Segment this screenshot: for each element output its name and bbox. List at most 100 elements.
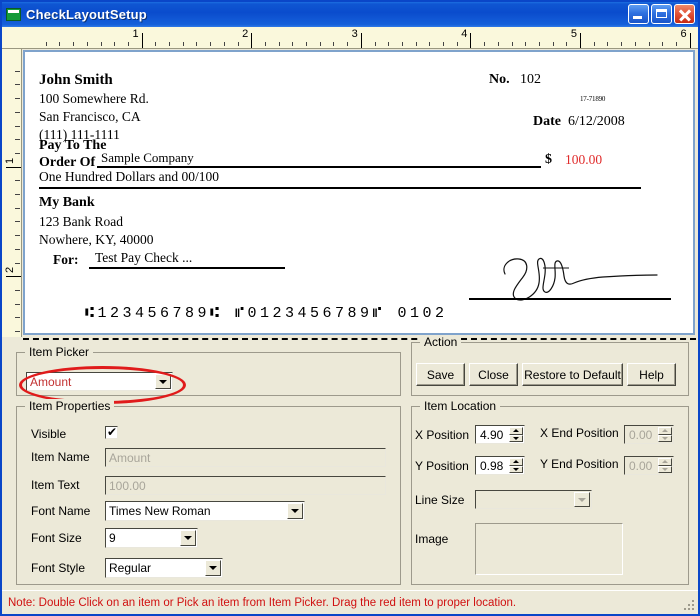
check-document: John Smith 100 Somewhere Rd. San Francis… — [25, 52, 693, 333]
status-bar: Note: Double Click on an item or Pick an… — [2, 590, 698, 614]
ruler-minor-tick — [15, 180, 20, 181]
vertical-ruler: 12 — [2, 49, 22, 337]
help-button-label: Help — [639, 368, 664, 382]
action-title: Action — [420, 335, 461, 349]
check-payer-address-line1[interactable]: 100 Somewhere Rd. — [39, 91, 149, 107]
font-size-combo[interactable]: 9 — [105, 528, 198, 548]
ruler-minor-tick — [15, 84, 20, 85]
chevron-down-icon[interactable] — [205, 560, 221, 576]
micr-line[interactable]: ⑆123456789⑆ ⑈0123456789⑈ 0102 — [85, 305, 448, 322]
chevron-down-icon[interactable] — [155, 374, 171, 389]
x-end-spin-buttons[interactable] — [658, 427, 672, 442]
ruler-major-tick — [6, 276, 21, 277]
check-number-value[interactable]: 102 — [520, 72, 541, 88]
check-routing-fraction[interactable]: 17-71890 — [580, 95, 605, 103]
y-end-position-value: 0.00 — [629, 459, 652, 473]
ruler-minor-tick — [15, 153, 20, 154]
ruler-minor-tick — [128, 42, 129, 46]
ruler-minor-tick — [15, 249, 20, 250]
ruler-label: 2 — [242, 28, 251, 40]
ruler-minor-tick — [238, 42, 239, 46]
maximize-button[interactable] — [651, 4, 672, 24]
help-button[interactable]: Help — [627, 363, 676, 386]
ruler-minor-tick — [375, 42, 376, 46]
restore-to-default-button[interactable]: Restore to Default — [522, 363, 623, 386]
visible-label: Visible — [31, 427, 66, 441]
ruler-label: 6 — [680, 28, 689, 40]
ruler-minor-tick — [621, 42, 622, 46]
font-name-value: Times New Roman — [109, 504, 211, 518]
dollar-sign: $ — [545, 152, 552, 168]
spin-up-icon — [658, 458, 672, 466]
check-preview-canvas[interactable]: John Smith 100 Somewhere Rd. San Francis… — [23, 50, 695, 335]
ruler-label: 4 — [461, 28, 470, 40]
item-text-input[interactable]: 100.00 — [105, 476, 386, 495]
chevron-down-icon[interactable] — [180, 530, 196, 546]
ruler-minor-tick — [224, 42, 225, 46]
ruler-minor-tick — [183, 42, 184, 46]
memo-for-value[interactable]: Test Pay Check ... — [95, 250, 192, 266]
chevron-down-icon[interactable] — [287, 503, 303, 519]
ruler-major-tick — [142, 33, 143, 48]
check-bank-address-line2[interactable]: Nowhere, KY, 40000 — [39, 232, 154, 248]
font-style-label: Font Style — [31, 561, 85, 575]
ruler-minor-tick — [196, 42, 197, 46]
ruler-minor-tick — [87, 42, 88, 46]
save-button[interactable]: Save — [416, 363, 465, 386]
y-position-spin-buttons[interactable] — [509, 458, 523, 473]
ruler-minor-tick — [15, 331, 20, 332]
visible-checkbox[interactable]: ✔ — [105, 426, 118, 439]
check-payee[interactable]: Sample Company — [101, 150, 194, 166]
chevron-down-icon[interactable] — [574, 492, 590, 507]
x-end-position-spinner[interactable]: 0.00 — [624, 425, 674, 444]
ruler-minor-tick — [347, 42, 348, 46]
minimize-button[interactable] — [628, 4, 649, 24]
image-preview-box[interactable] — [475, 523, 623, 575]
line-size-combo[interactable] — [475, 490, 592, 509]
ruler-minor-tick — [15, 139, 20, 140]
y-end-position-spinner[interactable]: 0.00 — [624, 456, 674, 475]
signature-icon[interactable] — [491, 250, 671, 302]
resize-grip-icon[interactable] — [684, 600, 696, 612]
check-payer-name[interactable]: John Smith — [39, 72, 113, 89]
ruler-minor-tick — [676, 42, 677, 46]
item-picker-combo[interactable]: Amount — [26, 372, 173, 391]
item-name-input[interactable]: Amount — [105, 448, 386, 467]
ruler-minor-tick — [210, 42, 211, 46]
check-payer-address-line2[interactable]: San Francisco, CA — [39, 109, 141, 125]
app-icon — [6, 8, 21, 21]
font-size-label: Font Size — [31, 531, 82, 545]
ruler-minor-tick — [525, 42, 526, 46]
ruler-label: 2 — [4, 267, 16, 273]
check-bank-name[interactable]: My Bank — [39, 195, 95, 211]
x-end-position-value: 0.00 — [629, 428, 652, 442]
ruler-major-tick — [580, 33, 581, 48]
check-amount-words[interactable]: One Hundred Dollars and 00/100 — [39, 169, 219, 185]
close-button[interactable] — [674, 4, 695, 24]
horizontal-ruler: 123456 — [2, 27, 698, 49]
ruler-minor-tick — [635, 42, 636, 46]
y-end-spin-buttons[interactable] — [658, 458, 672, 473]
ruler-minor-tick — [498, 42, 499, 46]
payee-rule — [97, 166, 541, 168]
checkmark-icon: ✔ — [107, 426, 117, 439]
ruler-minor-tick — [416, 42, 417, 46]
save-button-label: Save — [427, 368, 454, 382]
ruler-major-tick — [251, 33, 252, 48]
ruler-minor-tick — [15, 194, 20, 195]
font-style-combo[interactable]: Regular — [105, 558, 223, 578]
check-date-label: Date — [533, 114, 561, 130]
ruler-minor-tick — [306, 42, 307, 46]
font-name-combo[interactable]: Times New Roman — [105, 501, 305, 521]
item-text-value: 100.00 — [109, 479, 146, 493]
ruler-minor-tick — [402, 42, 403, 46]
check-bank-address-line1[interactable]: 123 Bank Road — [39, 214, 123, 230]
check-amount[interactable]: 100.00 — [565, 152, 602, 168]
check-date-value[interactable]: 6/12/2008 — [568, 114, 625, 130]
x-position-spinner[interactable]: 4.90 — [475, 425, 525, 444]
y-position-spinner[interactable]: 0.98 — [475, 456, 525, 475]
close-button-action[interactable]: Close — [469, 363, 518, 386]
title-bar: CheckLayoutSetup — [2, 2, 698, 27]
x-position-spin-buttons[interactable] — [509, 427, 523, 442]
ruler-minor-tick — [320, 42, 321, 46]
